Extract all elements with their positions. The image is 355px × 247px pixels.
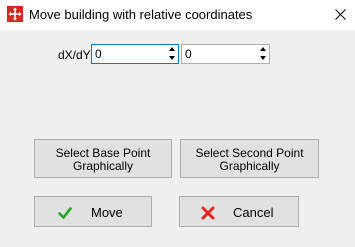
dy-spinbox[interactable]: 0 (181, 44, 270, 64)
select-second-point-label-line2: Graphically (219, 159, 280, 173)
cancel-label: Cancel (233, 205, 274, 220)
cancel-x-icon (201, 206, 215, 220)
dy-input[interactable]: 0 (185, 47, 192, 61)
dy-spin-arrows (257, 45, 269, 63)
dx-spinbox[interactable]: 0 (91, 44, 179, 64)
dy-decrement-button[interactable] (257, 54, 269, 63)
select-second-point-button[interactable]: Select Second Point Graphically (180, 139, 319, 178)
move-arrows-icon (7, 6, 23, 22)
dx-spin-arrows (166, 45, 178, 63)
close-icon (335, 9, 346, 20)
move-label: Move (91, 205, 123, 220)
move-button[interactable]: Move (34, 196, 152, 227)
chevron-up-icon (169, 47, 175, 51)
window-title: Move building with relative coordinates (29, 7, 253, 22)
select-base-point-label-line2: Graphically (72, 159, 134, 173)
check-icon (58, 206, 72, 220)
cancel-button[interactable]: Cancel (179, 196, 299, 227)
select-base-point-label-line1: Select Base Point (55, 146, 151, 160)
select-base-point-button[interactable]: Select Base Point Graphically (34, 139, 172, 178)
dy-increment-button[interactable] (257, 45, 269, 54)
select-second-point-label-line1: Select Second Point (195, 146, 304, 160)
chevron-down-icon (260, 56, 266, 60)
dx-input[interactable]: 0 (95, 47, 102, 61)
close-button[interactable] (325, 0, 355, 30)
dx-increment-button[interactable] (166, 45, 178, 54)
dx-decrement-button[interactable] (166, 54, 178, 63)
chevron-down-icon (169, 56, 175, 60)
title-bar: Move building with relative coordinates (0, 0, 355, 30)
chevron-up-icon (260, 47, 266, 51)
dxdy-label: dX/dY: (58, 48, 94, 62)
